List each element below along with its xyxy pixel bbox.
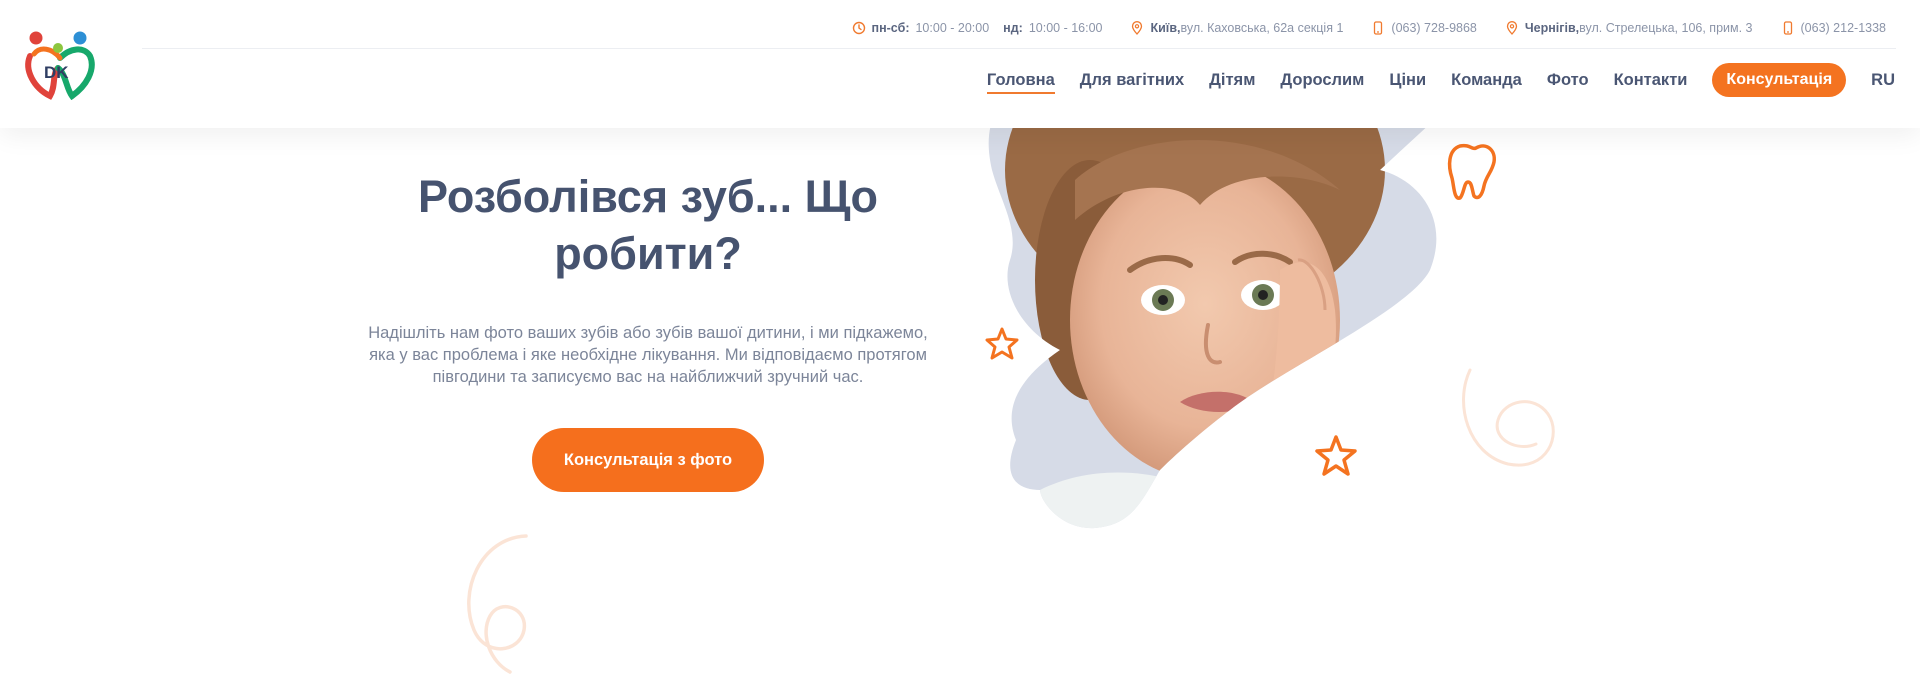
hours-sunday: 10:00 - 16:00 [1028,21,1103,35]
logo-text: DK [44,63,69,82]
site-header: DK пн-сб: 10:00 - 20:00 нд: 10:00 - 16:0… [0,0,1920,128]
nav-item-home[interactable]: Головна [986,71,1055,94]
nav-item-team[interactable]: Команда [1451,71,1522,90]
chernihiv-contact[interactable]: Чернігів,вул. Стрелецька, 106, прим. 3 [1505,21,1753,35]
hours-sunday-label: нд: [1003,21,1023,35]
phone-icon [1374,21,1383,35]
hero-description: Надішліть нам фото ваших зубів або зубів… [368,324,928,386]
hero-title: Розболівся зуб... Що робити? [417,171,879,279]
swirl-decoration [467,534,528,674]
hours-weekdays: 10:00 - 20:00 [915,21,990,35]
hours-weekdays-label: пн-сб: [871,21,910,35]
swirl-decoration [1462,368,1555,467]
location-pin-icon [1506,21,1518,35]
star-icon [985,327,1019,360]
kyiv-city: Київ, [1150,21,1181,35]
kyiv-contact[interactable]: Київ,вул. Каховська, 62а секція 1 [1130,21,1343,35]
chernihiv-address: вул. Стрелецька, 106, прим. 3 [1579,21,1753,35]
header-divider [142,48,1896,49]
location-pin-icon [1132,21,1143,35]
kyiv-phone-number: (063) 728-9868 [1391,21,1477,35]
nav-item-contacts[interactable]: Контакти [1614,71,1688,90]
consultation-button[interactable]: Консультація [1712,63,1847,97]
contact-bar: пн-сб: 10:00 - 20:00 нд: 10:00 - 16:00 К… [852,18,1886,38]
tooth-icon [1447,143,1496,200]
nav-item-prices[interactable]: Ціни [1389,71,1426,90]
nav-item-children[interactable]: Дітям [1209,71,1255,90]
chernihiv-phone[interactable]: (063) 212-1338 [1781,21,1886,35]
kyiv-phone[interactable]: (063) 728-9868 [1371,21,1477,35]
clock-icon [852,21,865,35]
chernihiv-city: Чернігів, [1524,21,1580,35]
star-icon [1315,435,1357,476]
clinic-logo[interactable]: DK [22,28,98,100]
photo-consultation-button[interactable]: Консультація з фото [532,428,764,492]
phone-icon [1783,21,1792,35]
hero-photo [988,110,1446,529]
nav-item-adults[interactable]: Дорослим [1280,71,1364,90]
language-switch[interactable]: RU [1871,71,1895,90]
chernihiv-phone-number: (063) 212-1338 [1800,21,1886,35]
nav-item-photo[interactable]: Фото [1547,71,1589,90]
working-hours: пн-сб: 10:00 - 20:00 нд: 10:00 - 16:00 [852,21,1103,35]
kyiv-address: вул. Каховська, 62а секція 1 [1180,21,1344,35]
main-nav: Головна Для вагітних Дітям Дорослим Ціни… [962,63,1895,97]
nav-item-pregnant[interactable]: Для вагітних [1080,71,1184,90]
